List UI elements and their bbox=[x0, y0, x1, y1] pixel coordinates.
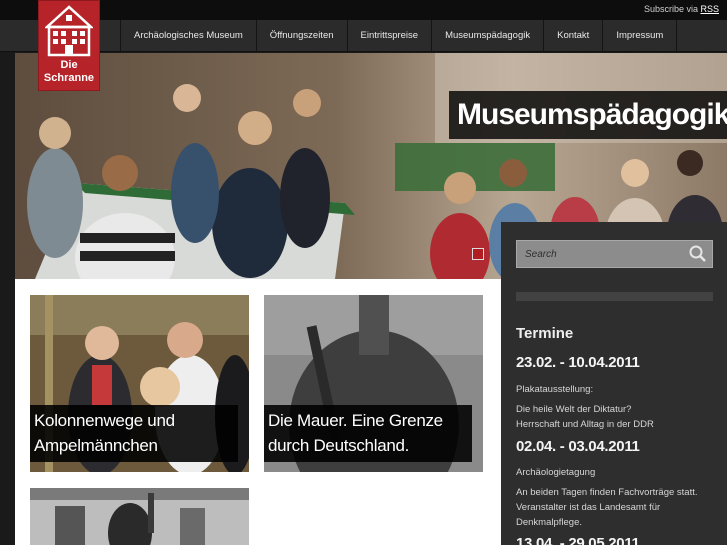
building-icon bbox=[45, 5, 93, 57]
nav-item-museum-education[interactable]: Museumspädagogik bbox=[432, 20, 545, 52]
sidebar: Termine 23.02. - 10.04.2011 Plakatausste… bbox=[501, 222, 727, 545]
teaser-title-line-1: Die Mauer. Eine Grenze bbox=[268, 411, 443, 430]
teaser-title-line-2: durch Deutschland. bbox=[268, 436, 410, 455]
search-icon[interactable] bbox=[688, 244, 708, 264]
nav-item-contact[interactable]: Kontakt bbox=[544, 20, 604, 52]
nav-item-archaeological-museum[interactable]: Archäologisches Museum bbox=[120, 20, 257, 52]
event-date[interactable]: 02.04. - 03.04.2011 bbox=[516, 438, 640, 455]
search-input[interactable] bbox=[517, 241, 685, 267]
event-date[interactable]: 13.04. - 29.05.2011 bbox=[516, 535, 640, 545]
rss-subscribe: Subscribe via RSS bbox=[644, 4, 719, 14]
teaser-title: Kolonnenwege und Ampelmännchen bbox=[30, 405, 238, 462]
teaser-third[interactable] bbox=[30, 488, 249, 545]
teaser-title-line-2: Ampelmännchen bbox=[34, 436, 158, 455]
search-box bbox=[516, 240, 713, 268]
event-date[interactable]: 23.02. - 10.04.2011 bbox=[516, 354, 640, 371]
logo-line-1: Die bbox=[60, 59, 78, 71]
main-content: Kolonnenwege und Ampelmännchen Die Mauer… bbox=[15, 279, 501, 545]
event-text: Die heile Welt der Diktatur? bbox=[516, 404, 632, 415]
rss-link[interactable]: RSS bbox=[700, 4, 719, 14]
event-text: Herrschaft und Alltag in der DDR bbox=[516, 419, 654, 430]
event-text: Plakatausstellung: bbox=[516, 384, 594, 395]
slide-indicator[interactable] bbox=[472, 248, 484, 260]
hero-title: Museumspädagogik bbox=[449, 91, 727, 139]
teaser-die-mauer[interactable]: Die Mauer. Eine Grenze durch Deutschland… bbox=[264, 295, 483, 472]
event-text: Archäologietagung bbox=[516, 467, 596, 478]
main-menu: Archäologisches Museum Öffnungszeiten Ei… bbox=[120, 20, 678, 52]
top-strip: Subscribe via RSS bbox=[0, 0, 727, 20]
event-text: Denkmalpflege. bbox=[516, 517, 583, 528]
main-navigation-bar: Archäologisches Museum Öffnungszeiten Ei… bbox=[0, 20, 727, 52]
logo-text: Die Schranne bbox=[39, 59, 99, 85]
nav-item-opening-hours[interactable]: Öffnungszeiten bbox=[257, 20, 348, 52]
rss-prefix: Subscribe via bbox=[643, 4, 701, 14]
site-logo[interactable]: Die Schranne bbox=[38, 0, 100, 91]
nav-item-admission-prices[interactable]: Eintrittspreise bbox=[348, 20, 433, 52]
teaser-title: Die Mauer. Eine Grenze durch Deutschland… bbox=[264, 405, 472, 462]
event-text: Veranstalter ist das Landesamt für bbox=[516, 502, 661, 513]
teaser-photo-building bbox=[30, 488, 249, 545]
logo-line-2: Schranne bbox=[43, 72, 95, 84]
events-heading: Termine bbox=[516, 325, 574, 342]
teaser-kolonnenwege[interactable]: Kolonnenwege und Ampelmännchen bbox=[30, 295, 249, 472]
nav-item-imprint[interactable]: Impressum bbox=[603, 20, 678, 52]
event-text: An beiden Tagen finden Fachvorträge stat… bbox=[516, 487, 698, 498]
teaser-title-line-1: Kolonnenwege und bbox=[34, 411, 175, 430]
sidebar-divider bbox=[516, 292, 713, 301]
